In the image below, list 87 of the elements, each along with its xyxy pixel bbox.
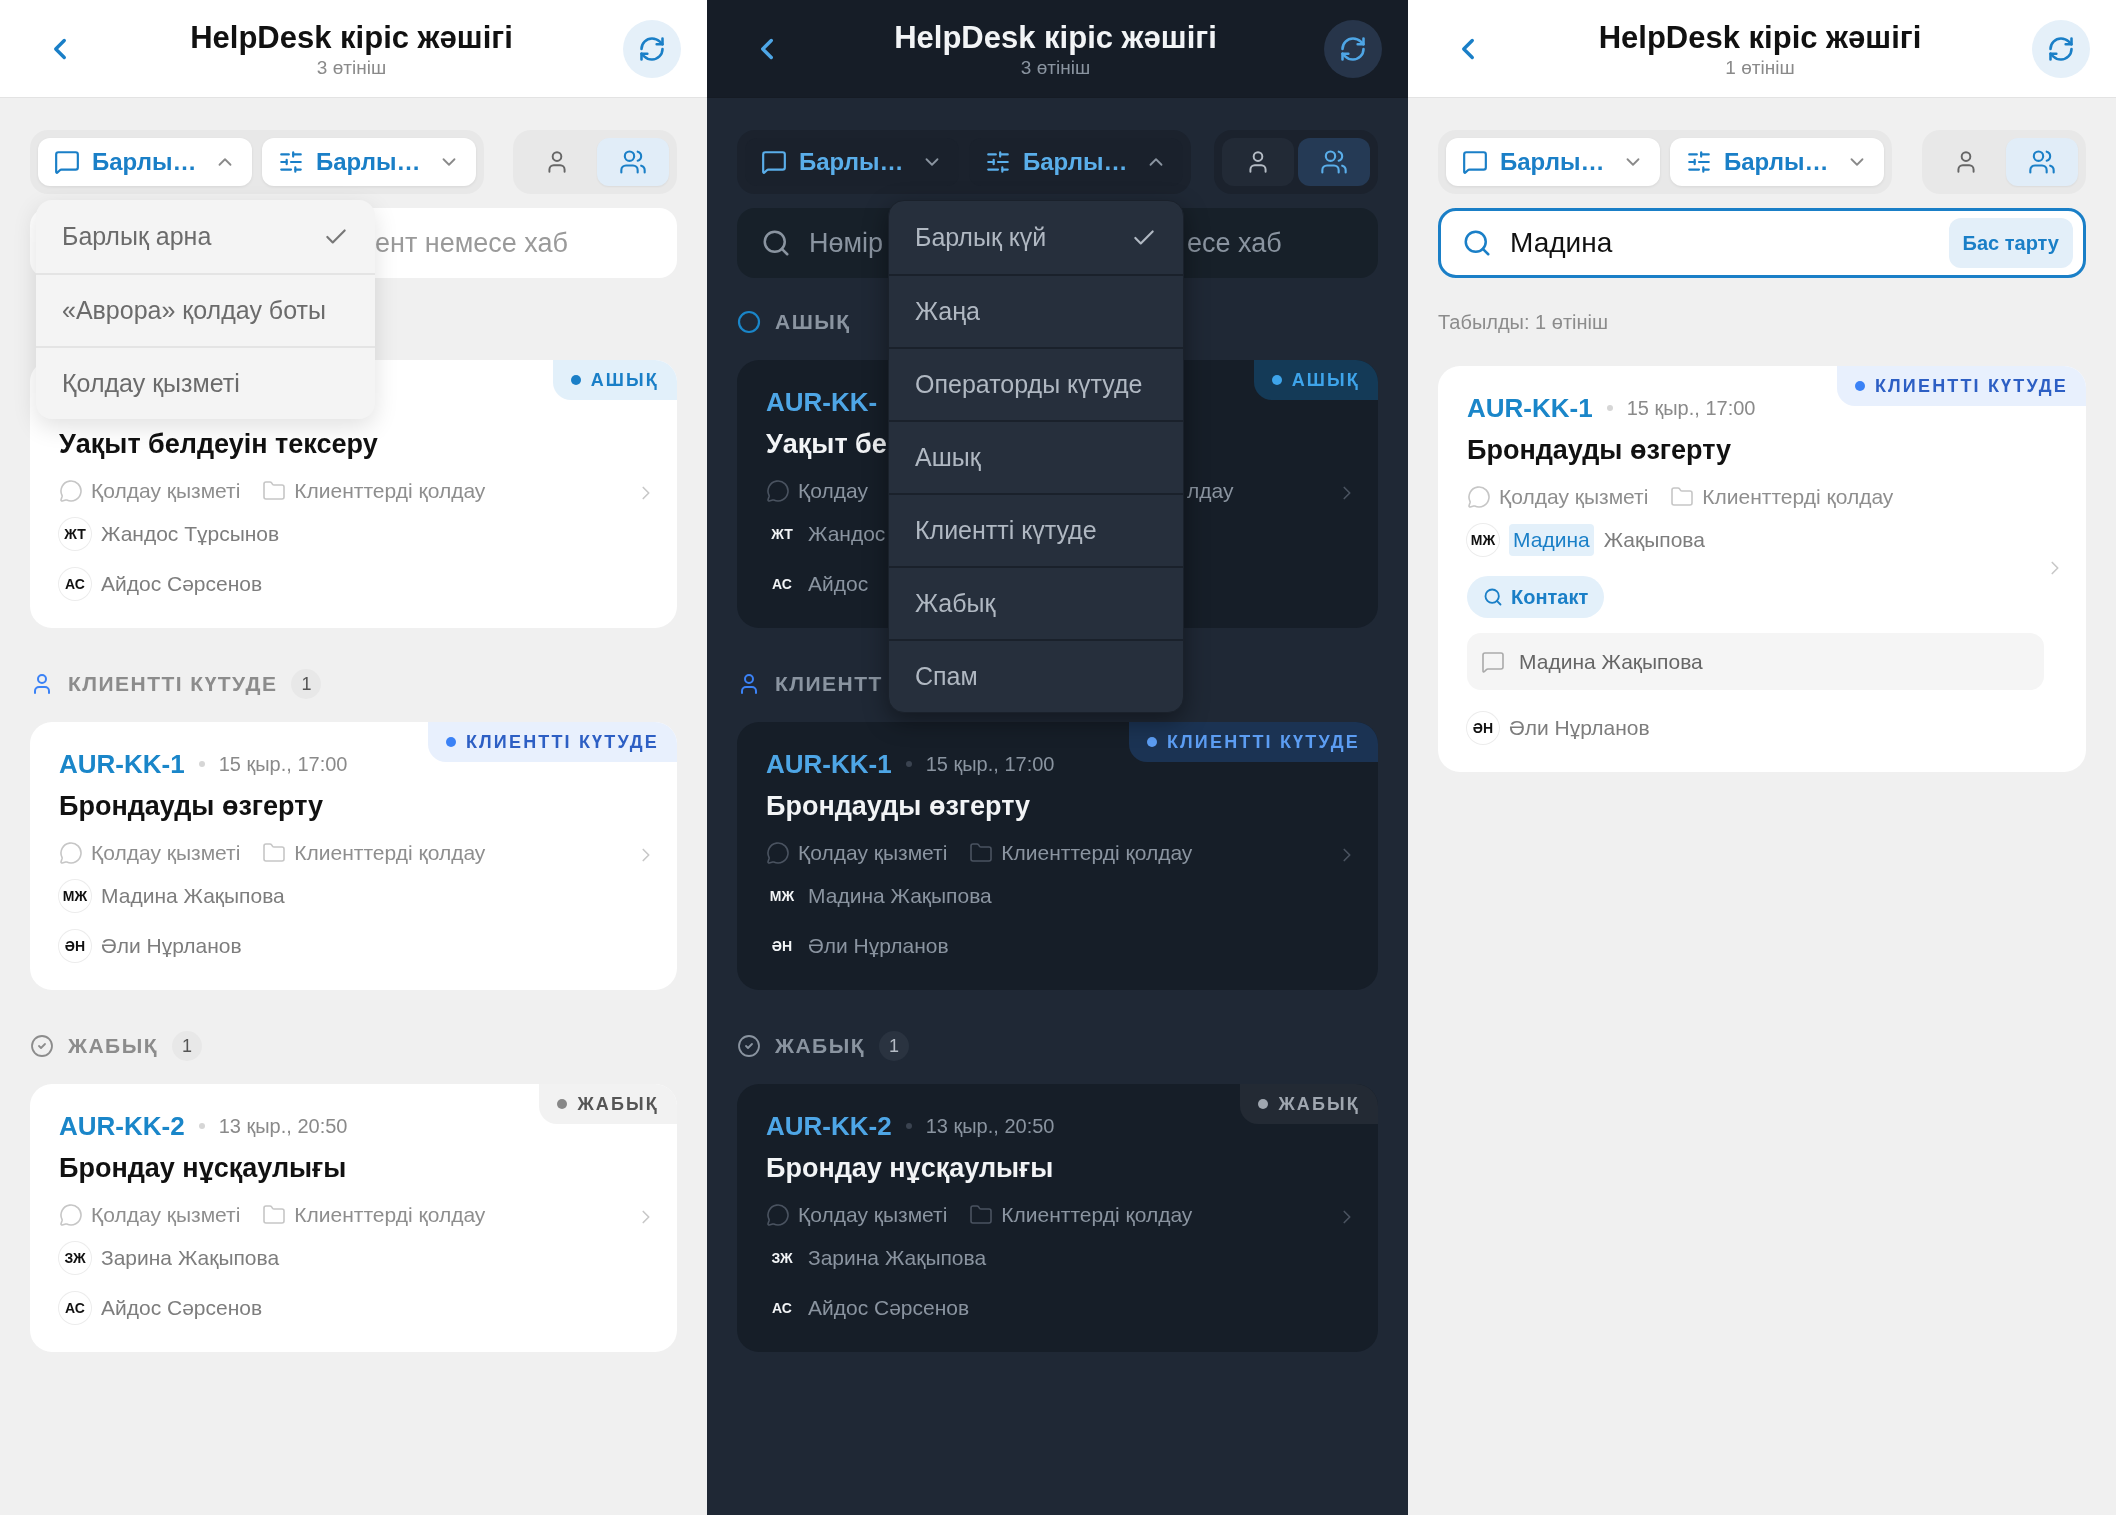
ticket-title: Уақыт белдеуін тексеру <box>59 427 378 461</box>
status-label: КЛИЕНТТІ КҮТУДЕ <box>1874 374 2068 398</box>
status-label: АШЫҚ <box>590 368 659 392</box>
group-name: Клиенттерді қолдау <box>294 1202 486 1229</box>
ticket-date: 15 қыр., 17:00 <box>1626 396 1756 421</box>
initials-avatar: ӘН <box>59 930 91 962</box>
channel-name: Қолдау қызметі <box>1499 484 1649 511</box>
section-title: ЖАБЫҚ <box>68 1033 158 1060</box>
ticket-id: AUR-KK-1 <box>766 747 892 781</box>
initials-avatar: МЖ <box>1467 524 1499 556</box>
screen-title: HelpDesk кіріс жәшігі <box>894 18 1217 57</box>
initials-avatar: ЖТ <box>59 518 91 550</box>
ticket-title: Брондау нұсқаулығы <box>59 1151 347 1185</box>
section-count: 1 <box>878 1031 909 1061</box>
section-count: 1 <box>171 1031 202 1061</box>
ticket-date: 15 қыр., 17:00 <box>218 752 348 777</box>
placeholder-text: есе хаб <box>1187 226 1282 260</box>
initials-avatar: МЖ <box>59 880 91 912</box>
initials-avatar: МЖ <box>768 886 796 906</box>
person-name: Жандос Тұрсынов <box>101 521 280 548</box>
person-name: Әли Нұрланов <box>1509 715 1650 742</box>
placeholder-text: Нөмір <box>809 226 884 260</box>
person-name: Зарина Жақыпова <box>101 1245 280 1272</box>
person-name: Әли Нұрланов <box>101 933 242 960</box>
initials-avatar: ЗЖ <box>59 1242 91 1274</box>
person-name: Мадина Жақыпова <box>101 883 285 910</box>
channel-name: Қолдау <box>798 478 868 505</box>
ticket-date: 13 қыр., 20:50 <box>925 1114 1055 1139</box>
status-label: ЖАБЫҚ <box>1278 1092 1360 1116</box>
person-name: Мадина Жақыпова <box>808 883 992 910</box>
person-name: Айдос Сәрсенов <box>808 1295 970 1322</box>
person-name: Жандос <box>808 521 886 548</box>
placeholder-text: ент немесе хаб <box>375 226 568 260</box>
group-name: Клиенттерді қолдау <box>294 478 486 505</box>
initials-avatar: АС <box>59 1292 91 1324</box>
group-name: лдау <box>1187 478 1234 505</box>
section-title: АШЫҚ <box>775 309 851 336</box>
ticket-id: AUR-KK- <box>766 385 878 419</box>
initials-avatar: АС <box>771 1298 793 1318</box>
initials-avatar: АС <box>771 574 793 594</box>
results-count: Табылды: 1 өтініш <box>1438 310 1609 335</box>
screen-title: HelpDesk кіріс жәшігі <box>1598 18 1922 57</box>
ticket-count: 1 өтініш <box>1725 56 1795 79</box>
ticket-title: Брондауды өзгерту <box>766 789 1031 823</box>
initials-avatar: ЖТ <box>770 524 794 544</box>
section-count: 1 <box>291 669 322 699</box>
ticket-count: 3 өтініш <box>316 56 387 79</box>
group-name: Клиенттерді қолдау <box>1702 484 1894 511</box>
initials-avatar: ЗЖ <box>770 1248 794 1268</box>
person-name: Айдос Сәрсенов <box>101 571 263 598</box>
status-label: АШЫҚ <box>1291 368 1360 392</box>
ticket-title: Брондауды өзгерту <box>1467 433 1732 467</box>
group-name: Клиенттерді қолдау <box>1001 1202 1193 1229</box>
channel-name: Қолдау қызметі <box>91 478 241 505</box>
ticket-id: AUR-KK-2 <box>766 1109 892 1143</box>
person-name: Зарина Жақыпова <box>808 1245 987 1272</box>
ticket-id: AUR-KK-2 <box>59 1109 185 1143</box>
person-name: Әли Нұрланов <box>808 933 949 960</box>
status-label: КЛИЕНТТІ КҮТУДЕ <box>465 730 659 754</box>
channel-name: Қолдау қызметі <box>798 840 948 867</box>
channel-name: Қолдау қызметі <box>798 1202 948 1229</box>
channel-name: Қолдау қызметі <box>91 1202 241 1229</box>
group-name: Клиенттерді қолдау <box>294 840 486 867</box>
section-title: КЛИЕНТТ <box>775 671 883 698</box>
status-label: ЖАБЫҚ <box>577 1092 659 1116</box>
section-title: КЛИЕНТТІ КҮТУДЕ <box>68 671 278 698</box>
initials-avatar: ӘН <box>1467 712 1499 744</box>
match-text: Мадина Жақыпова <box>1519 648 1703 675</box>
ticket-date: 15 қыр., 17:00 <box>925 752 1055 777</box>
screen-title: HelpDesk кіріс жәшігі <box>190 18 513 57</box>
person-name: Айдос Сәрсенов <box>101 1295 263 1322</box>
ticket-title: Брондау нұсқаулығы <box>766 1151 1054 1185</box>
ticket-count: 3 өтініш <box>1020 56 1091 79</box>
status-label: КЛИЕНТТІ КҮТУДЕ <box>1166 730 1360 754</box>
person-name: Айдос <box>808 571 869 598</box>
ticket-id: AUR-KK-1 <box>59 747 185 781</box>
ticket-date: 13 қыр., 20:50 <box>218 1114 348 1139</box>
ticket-id: AUR-KK-1 <box>1467 391 1593 425</box>
initials-avatar: ӘН <box>770 936 794 956</box>
search-highlight: Мадина <box>1509 524 1594 556</box>
ticket-title: Уақыт бе <box>766 427 887 461</box>
group-name: Клиенттерді қолдау <box>1001 840 1193 867</box>
initials-avatar: АС <box>59 568 91 600</box>
section-title: ЖАБЫҚ <box>775 1033 865 1060</box>
ticket-title: Брондауды өзгерту <box>59 789 324 823</box>
channel-name: Қолдау қызметі <box>91 840 241 867</box>
person-name: Жақыпова <box>1603 527 1705 554</box>
